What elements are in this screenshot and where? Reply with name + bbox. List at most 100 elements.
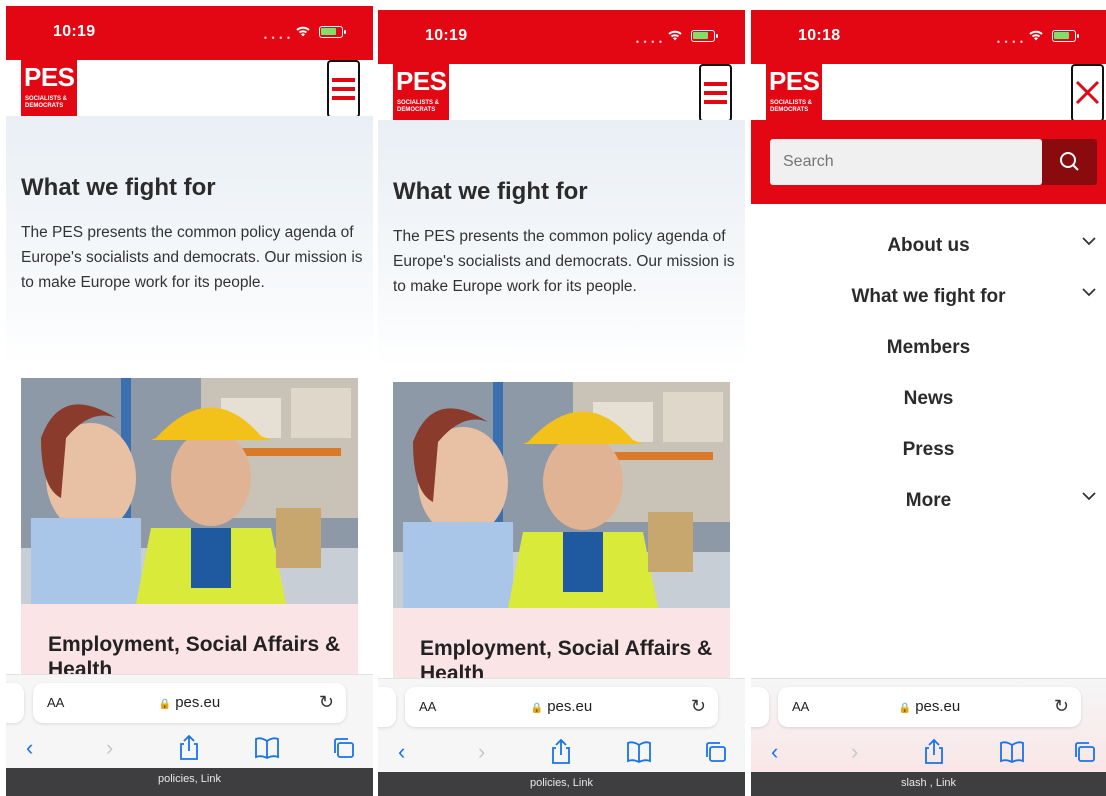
warehouse-photo[interactable] — [21, 378, 358, 604]
url-text: pes.eu — [175, 694, 221, 711]
menu-item-members[interactable]: Members — [751, 328, 1106, 368]
search-button[interactable] — [1042, 139, 1097, 185]
menu-item-about-us[interactable]: About us — [751, 226, 1106, 266]
back-icon[interactable]: ‹ — [26, 735, 33, 761]
wifi-icon — [296, 26, 310, 37]
chevron-down-icon[interactable] — [1080, 283, 1098, 301]
tabs-icon[interactable] — [1073, 741, 1097, 763]
bookmarks-icon[interactable] — [254, 737, 280, 759]
menu-item-what-we-fight-for[interactable]: What we fight for — [751, 277, 1106, 317]
menu-item-label: News — [903, 388, 954, 409]
share-icon[interactable] — [178, 735, 200, 761]
warehouse-photo[interactable] — [393, 382, 730, 608]
share-icon[interactable] — [550, 739, 572, 765]
status-bar: 10:19 • • • • — [378, 10, 745, 64]
search-input[interactable] — [770, 139, 1042, 185]
address-bar[interactable]: AA 🔒 pes.eu ↻ — [778, 687, 1081, 727]
site-header: PES SOCIALISTS & DEMOCRATS — [751, 64, 1106, 122]
address-bar[interactable]: AA 🔒 pes.eu ↻ — [405, 687, 718, 727]
close-icon[interactable] — [1071, 64, 1104, 122]
wifi-icon — [668, 30, 682, 41]
phone-screen-3: 10:18 • • • • PES SOCIALISTS & DEMOCRATS … — [751, 10, 1106, 796]
accessibility-caption: policies, Link — [378, 772, 745, 796]
menu-item-label: What we fight for — [851, 286, 1006, 307]
safari-bottom-bar: AA 🔒 pes.eu ↻ ‹ › — [751, 678, 1106, 772]
search-icon — [1060, 152, 1079, 171]
status-time: 10:18 — [798, 27, 841, 44]
browser-toolbar: ‹ › — [6, 731, 373, 767]
back-icon[interactable]: ‹ — [398, 739, 405, 765]
hamburger-menu-icon[interactable] — [699, 64, 732, 122]
lock-icon: 🔒 — [898, 703, 912, 714]
logo-subtitle: SOCIALISTS & DEMOCRATS — [25, 96, 68, 109]
accessibility-caption: policies, Link — [6, 768, 373, 796]
battery-icon — [691, 30, 718, 42]
menu-item-more[interactable]: More — [751, 481, 1106, 521]
bookmarks-icon[interactable] — [626, 741, 652, 763]
lock-icon: 🔒 — [158, 699, 172, 710]
pes-logo[interactable]: PES SOCIALISTS & DEMOCRATS — [21, 60, 77, 126]
lock-icon: 🔒 — [530, 703, 544, 714]
hero-description: The PES presents the common policy agend… — [21, 224, 363, 291]
signal-dots: • • • • — [996, 37, 1024, 47]
logo-text: PES — [396, 66, 447, 96]
previous-tab-stub[interactable] — [6, 683, 24, 723]
browser-toolbar: ‹ › — [378, 735, 745, 771]
wifi-icon — [1029, 30, 1043, 41]
phone-screen-1: 10:19 • • • • PES SOCIALISTS & DEMOCRATS … — [6, 6, 373, 796]
hamburger-menu-icon[interactable] — [327, 60, 360, 118]
reload-icon[interactable]: ↻ — [691, 696, 706, 717]
menu-item-label: More — [905, 490, 952, 511]
hero-description: The PES presents the common policy agend… — [393, 228, 735, 295]
forward-icon[interactable]: › — [106, 735, 113, 761]
phone-screen-2: 10:19 • • • • PES SOCIALISTS & DEMOCRATS … — [378, 10, 745, 796]
battery-icon — [1052, 30, 1079, 42]
site-header: PES SOCIALISTS & DEMOCRATS — [378, 64, 745, 130]
reload-icon[interactable]: ↻ — [1054, 696, 1069, 717]
menu-item-news[interactable]: News — [751, 379, 1106, 419]
forward-icon[interactable]: › — [851, 739, 858, 765]
forward-icon[interactable]: › — [478, 739, 485, 765]
tabs-icon[interactable] — [332, 737, 356, 759]
menu-item-label: Press — [902, 439, 955, 460]
menu-item-label: Members — [886, 337, 971, 358]
status-bar: 10:18 • • • • — [751, 10, 1106, 64]
logo-text: PES — [24, 62, 75, 92]
logo-text: PES — [769, 66, 820, 96]
url-text: pes.eu — [915, 698, 961, 715]
signal-dots: • • • • — [263, 33, 291, 43]
status-time: 10:19 — [425, 27, 468, 44]
tabs-icon[interactable] — [704, 741, 728, 763]
pes-logo[interactable]: PES SOCIALISTS & DEMOCRATS — [393, 64, 449, 130]
back-icon[interactable]: ‹ — [771, 739, 778, 765]
search-field[interactable] — [770, 139, 1042, 185]
hero-section: What we fight for The PES presents the c… — [6, 116, 373, 366]
battery-icon — [319, 26, 346, 38]
page-title: What we fight for — [393, 178, 588, 205]
previous-tab-stub[interactable] — [751, 687, 769, 727]
pes-logo[interactable]: PES SOCIALISTS & DEMOCRATS — [766, 64, 822, 120]
status-bar: 10:19 • • • • — [6, 6, 373, 60]
menu-search-area — [751, 120, 1106, 204]
safari-bottom-bar: AA 🔒 pes.eu ↻ ‹ › — [6, 674, 373, 768]
reload-icon[interactable]: ↻ — [319, 692, 334, 713]
safari-bottom-bar: AA 🔒 pes.eu ↻ ‹ › — [378, 678, 745, 772]
browser-toolbar: ‹ › — [751, 735, 1106, 771]
url-text: pes.eu — [547, 698, 593, 715]
previous-tab-stub[interactable] — [378, 687, 396, 727]
accessibility-caption: slash , Link — [751, 772, 1106, 796]
menu-item-press[interactable]: Press — [751, 430, 1106, 470]
site-header: PES SOCIALISTS & DEMOCRATS — [6, 60, 373, 126]
signal-dots: • • • • — [635, 37, 663, 47]
menu-item-label: About us — [887, 235, 970, 256]
logo-subtitle: SOCIALISTS & DEMOCRATS — [770, 100, 813, 113]
share-icon[interactable] — [923, 739, 945, 765]
logo-subtitle: SOCIALISTS & DEMOCRATS — [397, 100, 440, 113]
bookmarks-icon[interactable] — [999, 741, 1025, 763]
chevron-down-icon[interactable] — [1080, 487, 1098, 505]
status-time: 10:19 — [53, 23, 96, 40]
hero-section: What we fight for The PES presents the c… — [378, 120, 745, 370]
address-bar[interactable]: AA 🔒 pes.eu ↻ — [33, 683, 346, 723]
chevron-down-icon[interactable] — [1080, 232, 1098, 250]
page-title: What we fight for — [21, 174, 216, 201]
